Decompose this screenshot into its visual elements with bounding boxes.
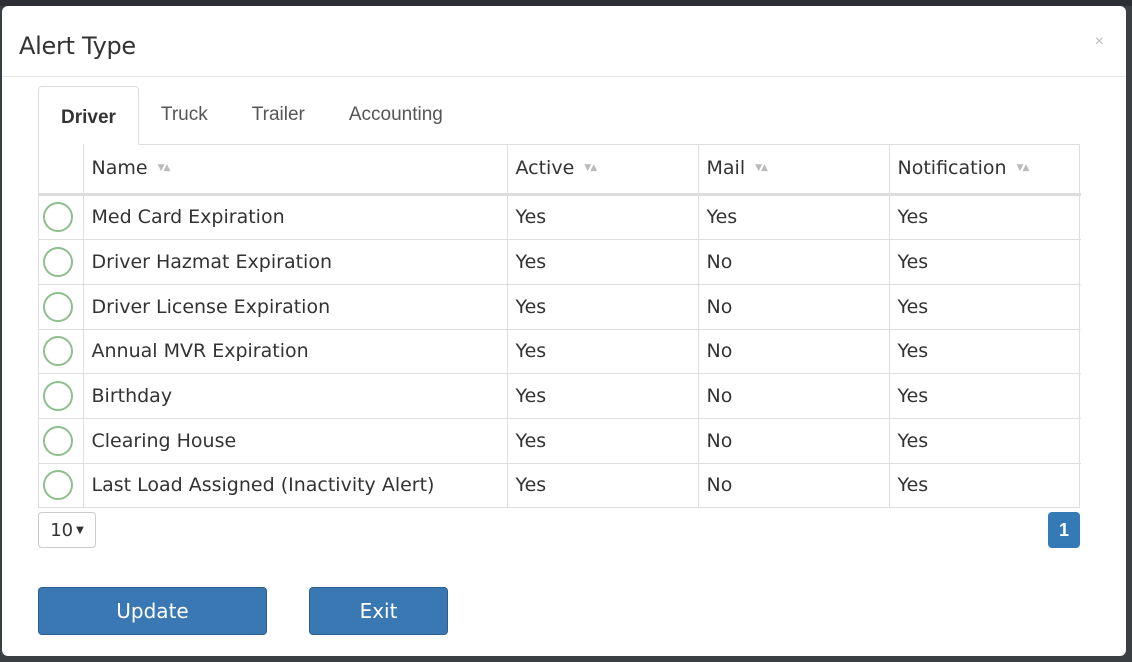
update-button[interactable]: Update [38,587,267,635]
tab-trailer[interactable]: Trailer [230,86,327,144]
pager-row: 10 ▼ 1 [38,508,1080,548]
cell-name: Birthday [83,373,508,419]
tab-accounting[interactable]: Accounting [327,86,465,144]
modal-title: Alert Type [19,32,136,60]
table-row[interactable]: Annual MVR Expiration Yes No Yes [39,329,1081,375]
cell-name: Clearing House [83,418,508,464]
cell-active: Yes [507,329,699,375]
radio-circle-icon[interactable] [43,247,73,278]
cell-notification: Yes [889,329,1081,375]
column-header-notification[interactable]: Notification ▼▲ [889,144,1081,196]
cell-name: Driver License Expiration [83,284,508,330]
cell-active: Yes [507,194,699,241]
exit-button[interactable]: Exit [309,587,448,635]
cell-active: Yes [507,284,699,330]
cell-mail: No [698,239,890,285]
cell-mail: Yes [698,194,890,241]
cell-name: Med Card Expiration [83,194,508,241]
close-icon[interactable]: × [1095,34,1104,50]
page-size-value: 10 [50,519,74,541]
cell-notification: Yes [889,194,1081,241]
cell-mail: No [698,418,890,464]
radio-circle-icon[interactable] [43,291,73,322]
table-row[interactable]: Clearing House Yes No Yes [39,418,1081,464]
table-row[interactable]: Last Load Assigned (Inactivity Alert) Ye… [39,463,1081,508]
cell-active: Yes [507,373,699,419]
column-header-mail[interactable]: Mail ▼▲ [698,144,890,196]
tab-driver[interactable]: Driver [38,86,139,145]
sort-icon[interactable]: ▼▲ [158,163,171,173]
column-header-active[interactable]: Active ▼▲ [507,144,699,196]
page-size-dropdown[interactable]: 10 ▼ [38,512,96,548]
table-row[interactable]: Birthday Yes No Yes [39,373,1081,419]
sort-icon[interactable]: ▼▲ [584,163,597,173]
radio-circle-icon[interactable] [43,470,73,501]
column-label: Mail [706,157,746,180]
cell-notification: Yes [889,418,1081,464]
select-column-header [39,144,84,196]
cell-mail: No [698,373,890,419]
modal-header: Alert Type × [2,6,1126,77]
sort-icon[interactable]: ▼▲ [1017,163,1030,173]
table-row[interactable]: Driver Hazmat Expiration Yes No Yes [39,239,1081,285]
table-row[interactable]: Driver License Expiration Yes No Yes [39,284,1081,330]
radio-circle-icon[interactable] [43,425,73,456]
cell-notification: Yes [889,284,1081,330]
column-label: Notification [897,157,1007,180]
sort-icon[interactable]: ▼▲ [755,163,768,173]
table-header-row: Name ▼▲ Active ▼▲ Mail ▼▲ Notification ▼▲ [39,144,1081,196]
radio-circle-icon[interactable] [43,336,73,367]
cell-mail: No [698,284,890,330]
cell-active: Yes [507,418,699,464]
column-header-name[interactable]: Name ▼▲ [83,144,508,196]
cell-name: Last Load Assigned (Inactivity Alert) [83,463,508,508]
cell-active: Yes [507,239,699,285]
radio-circle-icon[interactable] [43,202,73,233]
column-label: Active [515,157,575,180]
cell-mail: No [698,463,890,508]
table-row[interactable]: Med Card Expiration Yes Yes Yes [39,194,1081,241]
cell-name: Driver Hazmat Expiration [83,239,508,285]
cell-notification: Yes [889,373,1081,419]
cell-active: Yes [507,463,699,508]
column-label: Name [91,157,148,180]
caret-down-icon: ▼ [76,524,84,536]
cell-mail: No [698,329,890,375]
radio-circle-icon[interactable] [43,381,73,412]
page-button-current[interactable]: 1 [1048,512,1080,548]
cell-name: Annual MVR Expiration [83,329,508,375]
tab-truck[interactable]: Truck [139,86,230,144]
tab-bar: Driver Truck Trailer Accounting [38,85,1080,145]
cell-notification: Yes [889,239,1081,285]
alert-table: Name ▼▲ Active ▼▲ Mail ▼▲ Notification ▼▲ Me… [38,144,1081,509]
cell-notification: Yes [897,474,929,497]
